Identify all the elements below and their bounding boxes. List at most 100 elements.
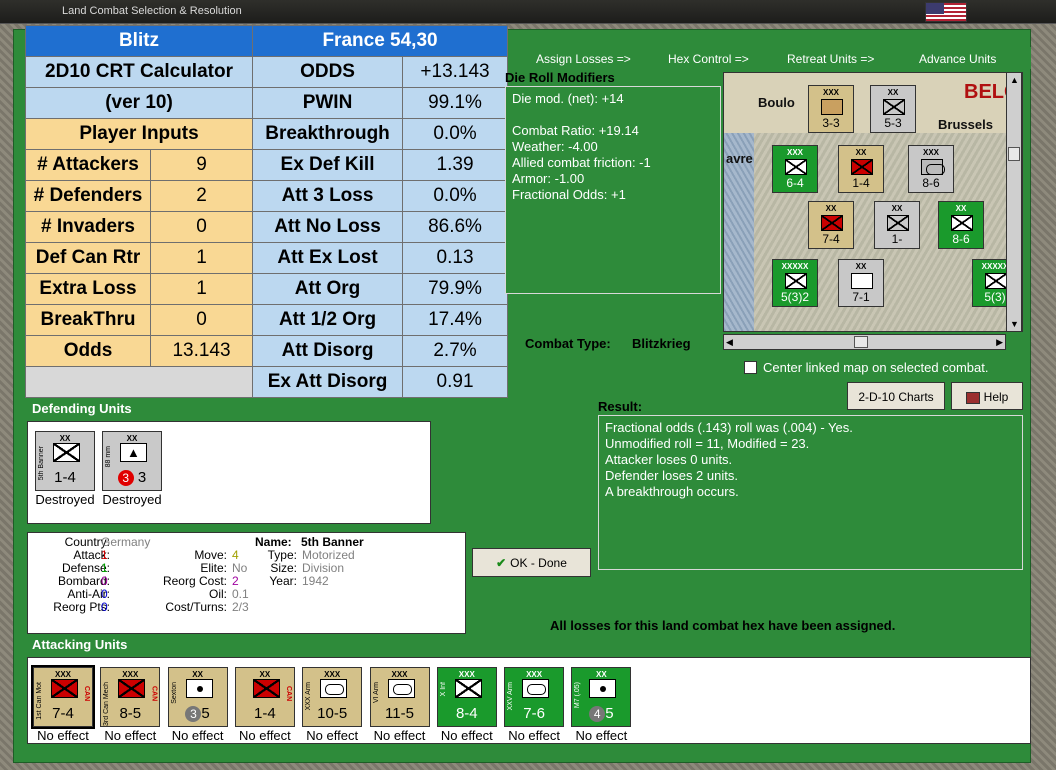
- value-badge: 3: [117, 470, 134, 486]
- scroll-thumb[interactable]: [1008, 147, 1020, 161]
- unit-designation: VI Arm: [372, 682, 380, 704]
- result-header: Result:: [598, 399, 643, 414]
- infantry-symbol-icon: [53, 443, 80, 462]
- attacking-unit-counter[interactable]: XXX X Inf 8-4: [436, 667, 497, 727]
- linked-map[interactable]: Boulo BELG Brussels avre XXX 3-3 XX 5-3 XX…: [723, 72, 1023, 332]
- input-value[interactable]: 9: [149, 149, 254, 181]
- defending-unit-status: Destroyed: [35, 492, 95, 507]
- attacking-units-panel: XXX 1st Can Mot CAN 7-4 No effect XXX 3rd Can …: [27, 657, 1031, 744]
- scroll-down-icon[interactable]: ▼: [1010, 319, 1019, 329]
- input-label: # Attackers: [25, 149, 151, 181]
- unit-symbol-icon: [118, 679, 146, 698]
- ok-done-label: OK - Done: [510, 556, 567, 570]
- unit-strength: 10-5: [317, 705, 348, 722]
- result-label: Att Disorg: [252, 335, 404, 367]
- attacking-unit-status: No effect: [440, 728, 493, 743]
- defending-unit-counter[interactable]: XX 88 mm ▲ 3 3: [102, 431, 162, 491]
- phase-hex-control[interactable]: Hex Control =>: [668, 52, 749, 66]
- input-value[interactable]: 0: [149, 304, 254, 336]
- result-value: 0.91: [402, 366, 509, 398]
- calc-title: Blitz: [24, 25, 254, 57]
- map-unit[interactable]: XX 1-: [874, 201, 920, 249]
- attacking-unit-status: No effect: [37, 728, 89, 743]
- attacking-header: Attacking Units: [32, 637, 128, 652]
- modifier-line: Fractional Odds: +1: [512, 187, 626, 202]
- result-label: Att 3 Loss: [252, 180, 404, 212]
- charts-button[interactable]: 2-D-10 Charts: [847, 382, 945, 410]
- result-value: 0.0%: [402, 180, 509, 212]
- result-value: 99.1%: [402, 87, 509, 119]
- center-linked-checkbox[interactable]: [744, 361, 757, 374]
- unit-symbol-icon: [589, 679, 617, 698]
- window-title: Land Combat Selection & Resolution: [62, 5, 242, 17]
- input-label: Def Can Rtr: [25, 242, 151, 274]
- all-losses-message: All losses for this land combat hex have…: [550, 618, 896, 633]
- defending-unit-counter[interactable]: XX 5th Banner 1-4: [35, 431, 95, 491]
- phase-assign-losses[interactable]: Assign Losses =>: [536, 52, 631, 66]
- attacking-unit-counter[interactable]: XXX 1st Can Mot CAN 7-4: [31, 665, 95, 729]
- attacking-unit-status: No effect: [238, 728, 291, 743]
- modifier-line: Die mod. (net): +14: [512, 91, 624, 106]
- attacking-unit-counter[interactable]: XX M7 (.05) 4 5: [571, 667, 632, 727]
- map-label: Brussels: [938, 117, 993, 132]
- map-horizontal-scrollbar[interactable]: ◀ ▶: [723, 334, 1006, 350]
- artillery-symbol-icon: ▲: [120, 443, 147, 462]
- input-value[interactable]: 2: [149, 180, 254, 212]
- help-button[interactable]: Help: [951, 382, 1023, 410]
- result-value: 2.7%: [402, 335, 509, 367]
- attacking-unit-counter[interactable]: XXX XXX Arm 10-5: [302, 667, 363, 727]
- map-label: Boulo: [758, 95, 795, 110]
- unit-size: XXX: [391, 670, 408, 679]
- center-linked-label: Center linked map on selected combat.: [763, 360, 989, 375]
- map-unit[interactable]: XX 5-3: [870, 85, 916, 133]
- scroll-thumb[interactable]: [854, 336, 868, 348]
- input-value[interactable]: 0: [149, 211, 254, 243]
- defending-unit-status: Destroyed: [102, 492, 162, 507]
- result-label: Breakthrough: [252, 118, 404, 150]
- unit-designation: Sexton: [170, 682, 178, 704]
- map-unit[interactable]: XX 7-1: [838, 259, 884, 307]
- input-value[interactable]: 1: [149, 273, 254, 305]
- phase-advance-units[interactable]: Advance Units: [919, 52, 996, 66]
- unit-strength: 8-4: [455, 705, 478, 722]
- modifiers-header: Die Roll Modifiers: [505, 70, 615, 85]
- result-line: Attacker loses 0 units.: [605, 452, 733, 467]
- result-line: A breakthrough occurs.: [605, 484, 739, 499]
- title-bar[interactable]: Land Combat Selection & Resolution: [0, 0, 1056, 24]
- attacking-unit-counter[interactable]: XX CAN 1-4: [234, 667, 295, 727]
- scroll-up-icon[interactable]: ▲: [1010, 75, 1019, 85]
- unit-size: XX: [192, 670, 203, 679]
- attacking-unit-counter[interactable]: XXX XXV Arm 7-6: [504, 667, 565, 727]
- player-inputs-header: Player Inputs: [24, 118, 254, 150]
- map-unit[interactable]: XXX 6-4: [772, 145, 818, 193]
- calc-name: 2D10 CRT Calculator: [24, 56, 254, 88]
- unit-strength: 1-4: [254, 705, 276, 722]
- attacking-unit-status: No effect: [575, 728, 628, 743]
- map-unit[interactable]: XXXXX 5(3)2: [772, 259, 818, 307]
- attacking-unit-counter[interactable]: XXX VI Arm 11-5: [369, 667, 430, 727]
- ok-done-button[interactable]: ✔ OK - Done: [472, 548, 591, 577]
- map-vertical-scrollbar[interactable]: ▲ ▼: [1006, 72, 1022, 332]
- input-value[interactable]: 1: [149, 242, 254, 274]
- input-label: # Defenders: [25, 180, 151, 212]
- unit-symbol-icon: [387, 679, 415, 698]
- unit-strength: 7-4: [52, 705, 74, 722]
- unit-strength: 7-6: [523, 705, 545, 722]
- attacking-unit-counter[interactable]: XX Sexton 3 5: [167, 667, 228, 727]
- us-flag-icon: [925, 2, 967, 22]
- map-unit[interactable]: XX 8-6: [938, 201, 984, 249]
- map-unit[interactable]: XXX 3-3: [808, 85, 854, 133]
- attacking-unit-counter[interactable]: XXX 3rd Can Mech CAN 8-5: [100, 667, 161, 727]
- result-label: PWIN: [252, 87, 404, 119]
- phase-retreat-units[interactable]: Retreat Units =>: [787, 52, 874, 66]
- map-unit[interactable]: XXX 8-6: [908, 145, 954, 193]
- scroll-left-icon[interactable]: ◀: [726, 337, 733, 348]
- result-label: Ex Def Kill: [252, 149, 404, 181]
- unit-strength: 35: [169, 705, 227, 722]
- map-unit[interactable]: XX 7-4: [808, 201, 854, 249]
- scroll-right-icon[interactable]: ▶: [996, 337, 1003, 348]
- map-unit[interactable]: XX 1-4: [838, 145, 884, 193]
- modifier-line: [512, 107, 714, 123]
- attacking-unit-status: No effect: [508, 728, 560, 743]
- unit-size: XXX: [54, 670, 71, 679]
